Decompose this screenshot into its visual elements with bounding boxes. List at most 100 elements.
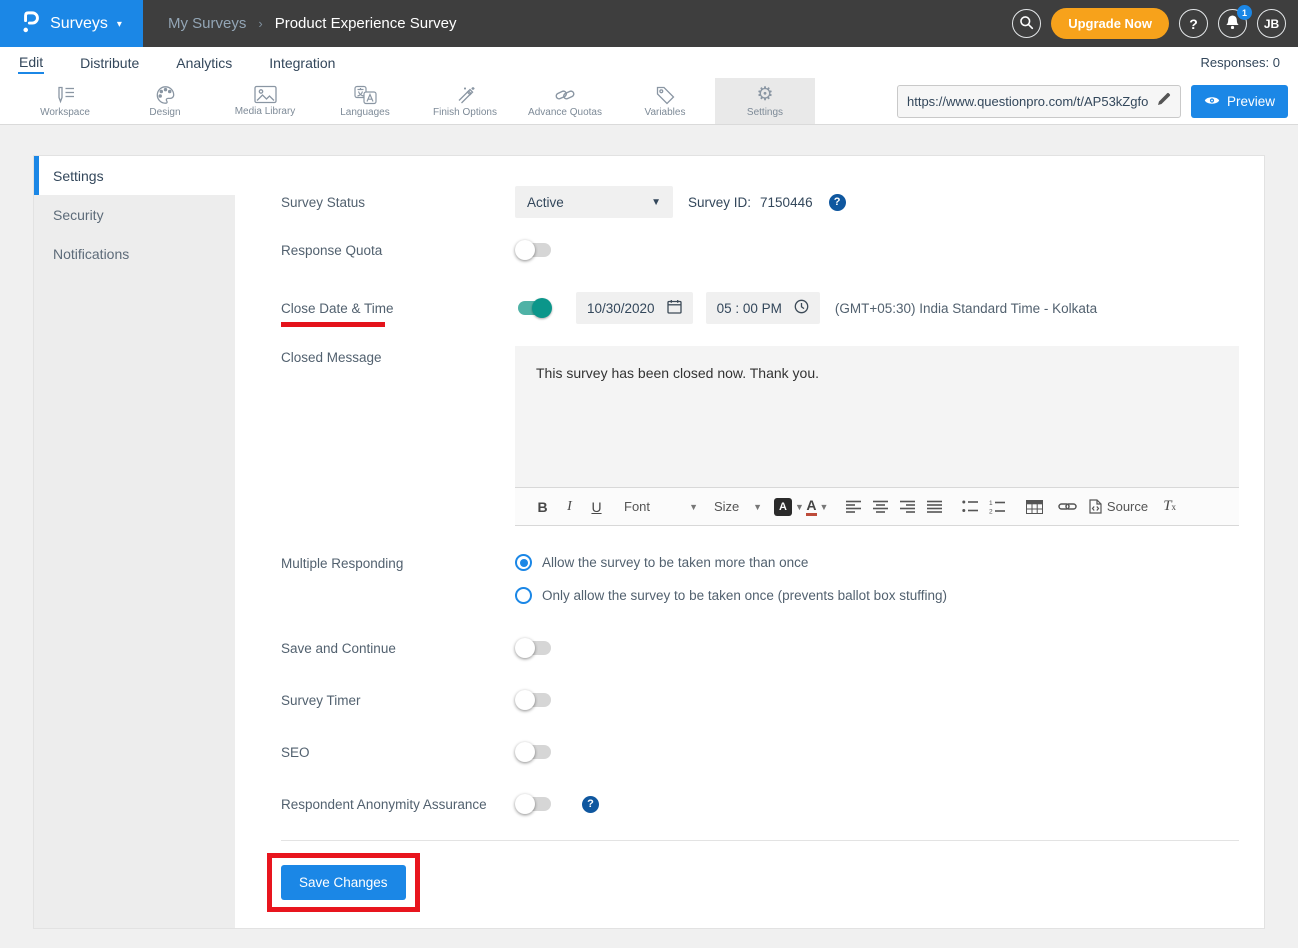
- tool-workspace[interactable]: Workspace: [15, 78, 115, 124]
- closed-message-input[interactable]: This survey has been closed now. Thank y…: [515, 346, 1239, 487]
- multiple-responding-options: Allow the survey to be taken more than o…: [515, 554, 947, 604]
- questionpro-logo-icon: [21, 9, 41, 39]
- chain-link-icon: [554, 85, 576, 105]
- close-date-toggle[interactable]: [515, 298, 553, 318]
- radio-option-multiple[interactable]: Allow the survey to be taken more than o…: [515, 554, 947, 571]
- justify-button[interactable]: [922, 493, 949, 520]
- table-button[interactable]: [1021, 493, 1048, 520]
- seo-toggle[interactable]: [515, 742, 553, 762]
- translate-icon: [354, 85, 377, 105]
- source-button[interactable]: Source: [1089, 493, 1148, 520]
- tool-languages[interactable]: Languages: [315, 78, 415, 124]
- survey-timer-toggle[interactable]: [515, 690, 553, 710]
- numbered-list-button[interactable]: 12: [984, 493, 1011, 520]
- bullet-list-button[interactable]: [957, 493, 984, 520]
- respondent-anonymity-toggle[interactable]: [515, 794, 553, 814]
- tool-languages-label: Languages: [340, 107, 390, 118]
- preview-button[interactable]: Preview: [1191, 85, 1288, 118]
- survey-status-row: Survey Status Active ▼ Survey ID: 715044…: [281, 186, 1239, 218]
- settings-sidebar: Settings Security Notifications: [34, 156, 235, 928]
- text-color-button[interactable]: A▼: [804, 493, 831, 520]
- font-dropdown[interactable]: Font▼: [624, 493, 698, 520]
- search-button[interactable]: [1012, 9, 1041, 38]
- tab-integration[interactable]: Integration: [268, 52, 336, 73]
- avatar-initials: JB: [1264, 17, 1279, 31]
- response-quota-toggle[interactable]: [515, 240, 553, 260]
- save-and-continue-toggle[interactable]: [515, 638, 553, 658]
- edit-pencil-icon[interactable]: [1157, 92, 1171, 111]
- close-date-value: 10/30/2020: [587, 301, 655, 316]
- size-dropdown[interactable]: Size▼: [714, 493, 762, 520]
- closed-message-label: Closed Message: [281, 346, 515, 365]
- calendar-icon: [667, 299, 682, 317]
- underline-button[interactable]: U: [583, 493, 610, 520]
- tool-finish-options[interactable]: Finish Options: [415, 78, 515, 124]
- tool-media-library[interactable]: Media Library: [215, 78, 315, 124]
- avatar[interactable]: JB: [1257, 9, 1286, 38]
- tool-finish-options-label: Finish Options: [433, 107, 497, 118]
- annotation-red-underline: [281, 322, 385, 327]
- tab-distribute[interactable]: Distribute: [79, 52, 140, 73]
- clock-icon: [794, 299, 809, 317]
- editor-toolbar: B I U Font▼ Size▼ A▼ A▼ 12: [515, 487, 1239, 526]
- page-body: Settings Security Notifications Survey S…: [0, 125, 1298, 947]
- survey-status-select[interactable]: Active ▼: [515, 186, 673, 218]
- tool-advance-quotas[interactable]: Advance Quotas: [515, 78, 615, 124]
- align-left-button[interactable]: [841, 493, 868, 520]
- edit-toolbar: Workspace Design Media Library L: [0, 78, 1298, 125]
- chevron-down-icon: ▾: [117, 19, 122, 30]
- notifications-button[interactable]: 1: [1218, 9, 1247, 38]
- settings-card: Settings Security Notifications Survey S…: [33, 155, 1265, 929]
- tool-variables-label: Variables: [645, 107, 686, 118]
- responses-count: Responses: 0: [1201, 55, 1281, 70]
- app-logo-menu[interactable]: Surveys ▾: [0, 0, 143, 47]
- radio-unchecked-icon: [515, 587, 532, 604]
- tool-settings-label: Settings: [747, 107, 783, 118]
- breadcrumb-current: Product Experience Survey: [275, 15, 457, 32]
- tab-analytics[interactable]: Analytics: [175, 52, 233, 73]
- survey-id: Survey ID: 7150446: [688, 195, 813, 210]
- remove-format-button[interactable]: Tx: [1156, 493, 1183, 520]
- italic-button[interactable]: I: [556, 493, 583, 520]
- align-center-button[interactable]: [868, 493, 895, 520]
- upgrade-now-button[interactable]: Upgrade Now: [1051, 8, 1169, 39]
- question-mark-icon: ?: [834, 196, 841, 208]
- survey-timer-row: Survey Timer: [281, 690, 1239, 710]
- save-changes-button[interactable]: Save Changes: [281, 865, 406, 900]
- survey-url-box[interactable]: [897, 85, 1181, 118]
- radio-option-once[interactable]: Only allow the survey to be taken once (…: [515, 587, 947, 604]
- image-icon: [254, 85, 277, 104]
- respondent-anonymity-help-icon[interactable]: ?: [582, 796, 599, 813]
- respondent-anonymity-row: Respondent Anonymity Assurance ?: [281, 794, 1239, 814]
- close-time-field[interactable]: 05 : 00 PM: [706, 292, 820, 324]
- align-right-icon: [900, 500, 916, 513]
- header-actions: Upgrade Now ? 1 JB: [1012, 8, 1298, 39]
- tool-design-label: Design: [149, 107, 180, 118]
- notification-badge: 1: [1237, 5, 1252, 20]
- bold-button[interactable]: B: [529, 493, 556, 520]
- breadcrumb-separator-icon: ›: [258, 16, 262, 31]
- sidebar-item-notifications[interactable]: Notifications: [34, 234, 235, 273]
- sidebar-item-settings[interactable]: Settings: [34, 156, 235, 195]
- multiple-responding-row: Multiple Responding Allow the survey to …: [281, 554, 1239, 604]
- tool-settings[interactable]: ⚙ Settings: [715, 78, 815, 124]
- sidebar-item-security[interactable]: Security: [34, 195, 235, 234]
- breadcrumb-parent[interactable]: My Surveys: [168, 15, 246, 32]
- tool-design[interactable]: Design: [115, 78, 215, 124]
- breadcrumb: My Surveys › Product Experience Survey: [168, 15, 456, 32]
- close-date-field[interactable]: 10/30/2020: [576, 292, 693, 324]
- closed-message-row: Closed Message This survey has been clos…: [281, 346, 1239, 526]
- tool-variables[interactable]: Variables: [615, 78, 715, 124]
- multiple-responding-label: Multiple Responding: [281, 554, 515, 571]
- background-color-button[interactable]: A▼: [774, 493, 804, 520]
- link-button[interactable]: [1054, 493, 1081, 520]
- tab-edit[interactable]: Edit: [18, 51, 44, 74]
- logo-label: Surveys: [50, 15, 108, 33]
- survey-id-help-icon[interactable]: ?: [829, 194, 846, 211]
- align-right-button[interactable]: [895, 493, 922, 520]
- close-time-value: 05 : 00 PM: [717, 301, 782, 316]
- survey-url-input[interactable]: [907, 94, 1157, 109]
- help-button[interactable]: ?: [1179, 9, 1208, 38]
- rich-text-editor: This survey has been closed now. Thank y…: [515, 346, 1239, 526]
- justify-icon: [927, 500, 943, 513]
